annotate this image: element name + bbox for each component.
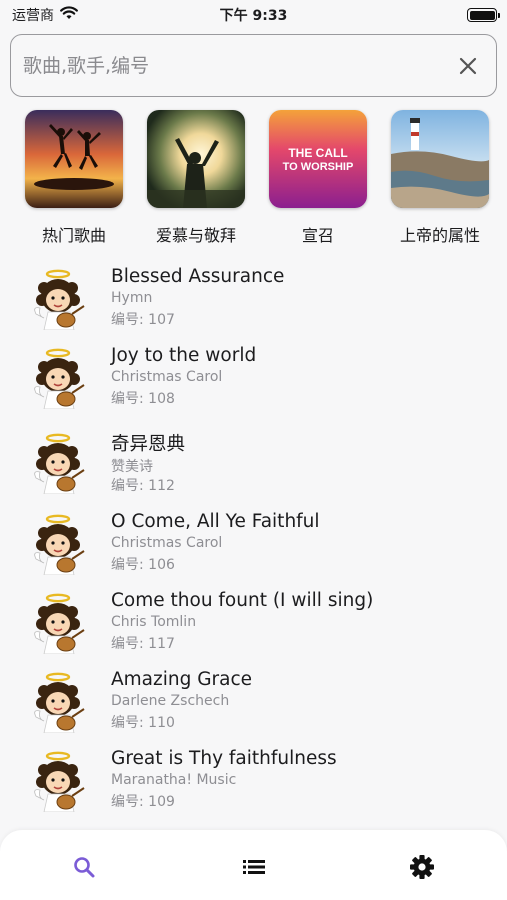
song-list-item[interactable]: O Come, All Ye Faithful Christmas Carol …: [0, 507, 507, 579]
category-attributes-of-god[interactable]: 上帝的属性: [380, 110, 500, 246]
song-subtitle: 赞美诗: [111, 459, 153, 475]
search-icon: [74, 857, 95, 878]
song-title: Amazing Grace: [111, 669, 253, 690]
song-title: Blessed Assurance: [111, 266, 285, 287]
song-title: Joy to the world: [111, 345, 257, 366]
song-subtitle: Christmas Carol: [111, 369, 223, 385]
status-bar: 运营商 下午 9:33: [0, 0, 507, 30]
list-icon: [243, 860, 265, 874]
song-list-item[interactable]: Amazing Grace Darlene Zschech 编号: 110: [0, 665, 507, 737]
category-label: 爱慕与敬拜: [155, 226, 236, 245]
category-call-to-worship[interactable]: THE CALL TO WORSHIP 宣召: [258, 110, 378, 246]
category-image-silhouettes: [25, 110, 123, 208]
search-box[interactable]: [10, 34, 497, 97]
song-title: 奇异恩典: [111, 434, 186, 455]
category-hot-songs[interactable]: 热门歌曲: [14, 110, 134, 246]
angel-avatar-icon: [34, 433, 85, 494]
poster-text-line2: TO WORSHIP: [283, 161, 354, 173]
category-label: 热门歌曲: [41, 226, 106, 245]
song-number: 编号: 107: [111, 312, 175, 328]
song-list-item[interactable]: 奇异恩典 赞美诗 编号: 112: [0, 426, 507, 498]
nav-list-button[interactable]: [237, 850, 271, 884]
song-title: Great is Thy faithfulness: [111, 748, 337, 769]
category-label: 宣召: [301, 226, 334, 245]
song-list-item[interactable]: Blessed Assurance Hymn 编号: 107: [0, 262, 507, 334]
poster-text-line1: THE CALL: [288, 146, 347, 160]
angel-avatar-icon: [34, 269, 85, 330]
song-list-item[interactable]: Great is Thy faithfulness Maranatha! Mus…: [0, 744, 507, 816]
battery-fill: [469, 10, 495, 20]
song-subtitle: Maranatha! Music: [111, 772, 237, 788]
song-subtitle: Chris Tomlin: [111, 614, 197, 630]
song-subtitle: Christmas Carol: [111, 535, 223, 551]
category-image-worship: [147, 110, 245, 208]
song-subtitle: Hymn: [111, 290, 153, 306]
song-title: Come thou fount (I will sing): [111, 590, 374, 611]
clear-search-button[interactable]: [454, 52, 482, 80]
battery-icon: [467, 8, 500, 22]
song-number: 编号: 112: [111, 478, 175, 494]
nav-settings-button[interactable]: [405, 850, 439, 884]
carrier-label: 运营商: [12, 8, 54, 24]
wifi-icon: [60, 6, 78, 24]
song-subtitle: Darlene Zschech: [111, 693, 230, 709]
angel-avatar-icon: [34, 751, 85, 812]
angel-avatar-icon: [34, 514, 85, 575]
song-list-item[interactable]: Joy to the world Christmas Carol 编号: 108: [0, 341, 507, 413]
song-number: 编号: 109: [111, 794, 175, 810]
song-number: 编号: 117: [111, 636, 175, 652]
gear-icon: [410, 855, 434, 879]
song-number: 编号: 106: [111, 557, 175, 573]
category-image-call-to-worship: THE CALL TO WORSHIP: [269, 110, 367, 208]
category-label: 上帝的属性: [399, 226, 480, 245]
nav-search-button[interactable]: [67, 850, 101, 884]
category-worship[interactable]: 爱慕与敬拜: [136, 110, 256, 246]
status-left: 运营商: [12, 5, 78, 25]
search-input[interactable]: [23, 54, 454, 77]
song-number: 编号: 110: [111, 715, 175, 731]
category-image-lighthouse: [391, 110, 489, 208]
angel-avatar-icon: [34, 672, 85, 733]
bottom-nav: [0, 830, 507, 900]
song-number: 编号: 108: [111, 391, 175, 407]
angel-avatar-icon: [34, 348, 85, 409]
close-icon: [459, 57, 477, 74]
category-row: 热门歌曲 爱慕与敬拜 THE CALL TO WORSHIP 宣召 上帝的属性: [0, 110, 507, 250]
song-list-item[interactable]: Come thou fount (I will sing) Chris Toml…: [0, 586, 507, 658]
angel-avatar-icon: [34, 593, 85, 654]
song-title: O Come, All Ye Faithful: [111, 511, 320, 532]
